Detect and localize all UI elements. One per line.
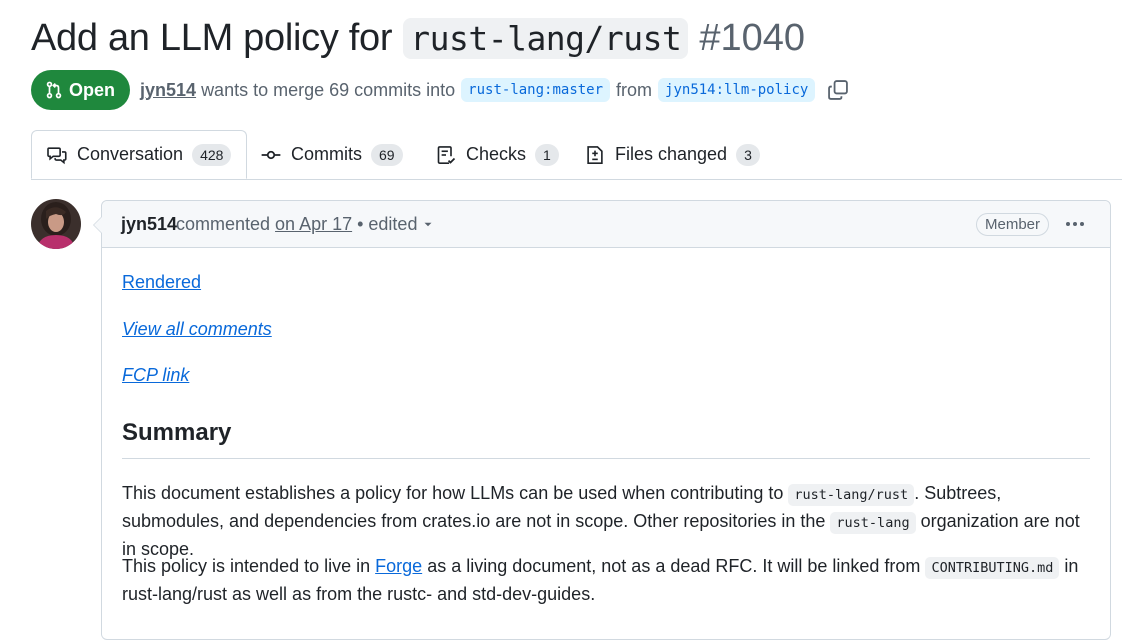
pr-number: #1040 — [699, 16, 806, 59]
comment-card: jyn514 commented on Apr 17 • edited Memb… — [93, 200, 1111, 640]
comment-author-link[interactable]: jyn514 — [121, 214, 177, 235]
paragraph-scope: This document establishes a policy for h… — [122, 480, 1090, 562]
tab-files-changed[interactable]: Files changed 3 — [585, 130, 760, 179]
fcp-link[interactable]: FCP link — [122, 365, 189, 386]
conversation-icon — [47, 146, 67, 164]
tab-commits-count: 69 — [371, 143, 403, 166]
p1-code-org: rust-lang — [830, 512, 916, 534]
tab-commits[interactable]: Commits 69 — [261, 130, 403, 179]
tab-checks[interactable]: Checks 1 — [436, 130, 559, 179]
comment-date-link[interactable]: on Apr 17 — [275, 214, 352, 235]
checks-icon — [437, 145, 456, 164]
pr-author-link[interactable]: jyn514 — [140, 80, 196, 101]
edited-dropdown[interactable]: • edited — [357, 214, 435, 235]
summary-heading: Summary — [122, 419, 232, 446]
paragraph-forge: This policy is intended to live in Forge… — [122, 553, 1090, 607]
avatar[interactable] — [31, 199, 81, 249]
tab-checks-count: 1 — [535, 143, 559, 166]
heading-divider — [122, 458, 1090, 459]
p2-text-b: as a living document, not as a dead RFC.… — [427, 556, 921, 576]
pr-title-text: Add an LLM policy for — [31, 16, 393, 59]
p1-text-a: This document establishes a policy for h… — [122, 483, 784, 503]
tab-files-changed-count: 3 — [736, 143, 760, 166]
tab-files-changed-label: Files changed — [615, 144, 728, 164]
commit-icon — [261, 150, 281, 159]
tab-conversation[interactable]: Conversation 428 — [31, 130, 248, 179]
rendered-link[interactable]: Rendered — [122, 272, 201, 293]
forge-link[interactable]: Forge — [375, 556, 422, 576]
from-text: from — [616, 79, 653, 100]
tab-conversation-label: Conversation — [77, 144, 184, 164]
avatar-image — [31, 199, 81, 249]
merge-text: wants to merge 69 commits into — [201, 79, 456, 100]
head-branch[interactable]: jyn514:llm-policy — [658, 78, 816, 102]
tab-checks-label: Checks — [466, 144, 527, 164]
caret-down-icon — [424, 222, 432, 227]
pr-tabs: Conversation 428 Commits 69 Checks 1 Fil… — [31, 130, 1122, 180]
copy-icon — [828, 80, 849, 100]
status-badge: Open — [31, 70, 131, 110]
view-all-comments-link[interactable]: View all comments — [122, 319, 272, 340]
pr-title: Add an LLM policy for rust-lang/rust #10… — [31, 12, 805, 64]
p2-text-a: This policy is intended to live in — [122, 556, 371, 576]
pr-title-code: rust-lang/rust — [403, 17, 689, 59]
kebab-horizontal-icon — [1066, 222, 1084, 226]
p2-code-contributing: CONTRIBUTING.md — [925, 557, 1060, 579]
pr-meta: Open jyn514 wants to merge 69 commits in… — [31, 70, 849, 110]
role-badge: Member — [975, 212, 1049, 236]
comment-header: jyn514 commented on Apr 17 • edited Memb… — [102, 201, 1110, 248]
edited-label: • edited — [357, 213, 418, 234]
comment-options-button[interactable] — [1064, 214, 1086, 239]
tab-commits-label: Commits — [291, 144, 362, 164]
comment-action: commented — [176, 213, 271, 234]
pull-request-icon — [46, 81, 62, 99]
tab-conversation-count: 428 — [192, 143, 232, 166]
copy-branch-button[interactable] — [827, 79, 849, 101]
base-branch[interactable]: rust-lang:master — [461, 78, 611, 102]
comment-meta: commented on Apr 17 • edited — [176, 214, 435, 235]
status-label: Open — [69, 79, 116, 100]
file-diff-icon — [587, 145, 603, 164]
p1-code-repo: rust-lang/rust — [788, 484, 915, 506]
